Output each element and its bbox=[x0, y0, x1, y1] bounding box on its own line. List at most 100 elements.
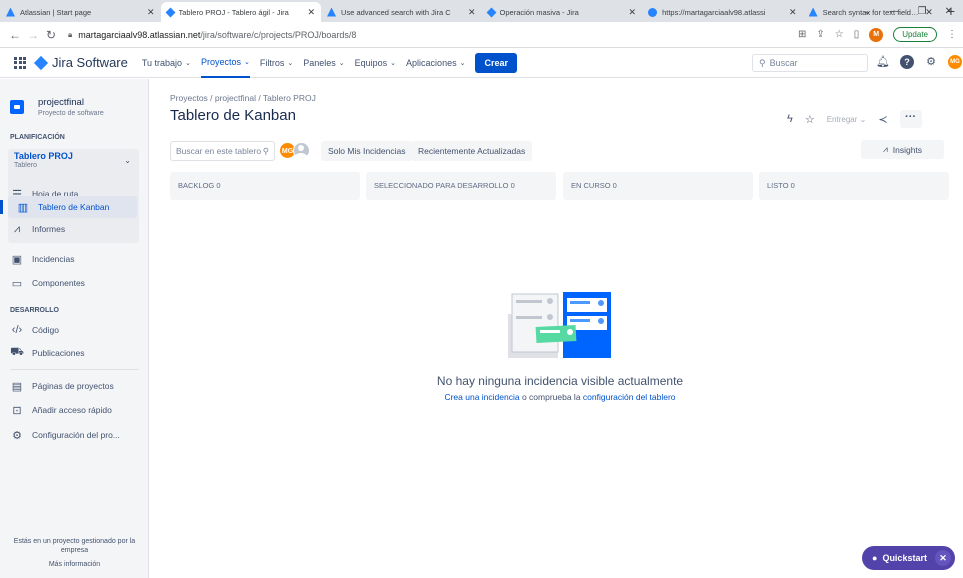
nav-proyectos[interactable]: Proyectos ⌄ bbox=[200, 48, 250, 78]
pages-icon: ▤ bbox=[11, 380, 23, 393]
nav-paneles[interactable]: Paneles ⌄ bbox=[303, 58, 344, 68]
notifications-icon[interactable]: 🔔︎ bbox=[876, 55, 890, 69]
column-in-progress[interactable]: EN CURSO 0 bbox=[563, 172, 753, 200]
nav-tu-trabajo[interactable]: Tu trabajo ⌄ bbox=[142, 58, 191, 68]
insights-button[interactable]: ⩘ Insights bbox=[861, 140, 944, 159]
search-placeholder: Buscar bbox=[769, 58, 798, 68]
board-config-link[interactable]: configuración del tablero bbox=[583, 392, 676, 402]
global-search-input[interactable]: ⚲ Buscar bbox=[752, 54, 868, 72]
breadcrumb[interactable]: Proyectos / projectfinal / Tablero PROJ bbox=[170, 93, 316, 103]
create-issue-link[interactable]: Crea una incidencia bbox=[444, 392, 519, 402]
project-avatar-icon bbox=[10, 100, 24, 114]
sidebar-item-kanban-board[interactable]: ▥ Tablero de Kanban bbox=[8, 196, 137, 218]
chevron-down-icon[interactable]: ⌄ bbox=[124, 156, 131, 165]
assignee-avatar-unassigned[interactable] bbox=[293, 142, 310, 159]
sidebar-item-components[interactable]: ▭ Componentes bbox=[10, 272, 139, 294]
jira-diamond-icon bbox=[33, 55, 49, 70]
tab-title: Use advanced search with Jira C bbox=[341, 7, 451, 17]
create-button[interactable]: Crear bbox=[475, 52, 517, 73]
board-search-input[interactable]: Buscar en este tablero ⚲ bbox=[170, 141, 275, 161]
help-icon[interactable]: ? bbox=[900, 55, 914, 69]
empty-state-title: No hay ninguna incidencia visible actual… bbox=[436, 374, 684, 388]
browser-tab[interactable]: Operación masiva - Jira ✕ bbox=[482, 2, 643, 22]
bookmark-star-icon[interactable]: ☆ bbox=[835, 29, 844, 40]
close-tab-icon[interactable]: ✕ bbox=[789, 7, 797, 18]
filter-recently-updated[interactable]: Recientemente Actualizadas bbox=[411, 141, 533, 161]
section-title-development: DESARROLLO bbox=[10, 307, 59, 314]
top-nav-icons: 🔔︎ ? ⚙ MG bbox=[876, 55, 962, 69]
browser-tab[interactable]: https://martagarciaalv98.atlassi ✕ bbox=[642, 2, 803, 22]
project-sidebar: projectfinal Proyecto de software PLANIF… bbox=[0, 79, 149, 578]
close-tab-icon[interactable]: ✕ bbox=[468, 7, 476, 18]
close-tab-icon[interactable]: ✕ bbox=[307, 7, 315, 18]
update-button[interactable]: Update bbox=[893, 27, 937, 42]
nav-equipos[interactable]: Equipos ⌄ bbox=[355, 58, 396, 68]
product-name: Jira Software bbox=[52, 55, 128, 70]
automation-icon[interactable]: ϟ bbox=[787, 113, 793, 125]
user-avatar[interactable]: MG bbox=[948, 55, 962, 69]
sidebar-item-project-pages[interactable]: ▤ Páginas de proyectos bbox=[10, 375, 139, 397]
chevron-down-icon: ⌄ bbox=[338, 59, 345, 67]
close-icon[interactable]: ✕ bbox=[935, 550, 951, 566]
browser-tab[interactable]: Use advanced search with Jira C ✕ bbox=[321, 2, 482, 22]
sidebar-item-project-settings[interactable]: ⚙ Configuración del pro... bbox=[10, 424, 139, 446]
tab-search-icon[interactable]: ⌄ bbox=[863, 6, 871, 17]
issues-icon: ▣ bbox=[11, 253, 23, 266]
column-backlog[interactable]: BACKLOG 0 bbox=[170, 172, 360, 200]
share-icon[interactable]: ≺ bbox=[878, 113, 887, 126]
url-path: /jira/software/c/projects/PROJ/boards/8 bbox=[200, 29, 357, 40]
browser-tab[interactable]: Atlassian | Start page ✕ bbox=[0, 2, 161, 22]
close-tab-icon[interactable]: ✕ bbox=[147, 7, 155, 18]
close-window-icon[interactable]: ✕ bbox=[945, 6, 953, 17]
sidebar-item-releases[interactable]: ⛟ Publicaciones bbox=[10, 342, 139, 364]
app-switcher-icon[interactable] bbox=[14, 56, 26, 69]
sidebar-item-issues[interactable]: ▣ Incidencias bbox=[10, 248, 139, 270]
sidepanel-icon[interactable]: ▯ bbox=[854, 29, 860, 40]
star-icon[interactable]: ☆ bbox=[805, 113, 815, 126]
release-button[interactable]: Entregar ⌄ bbox=[827, 115, 867, 124]
more-actions-button[interactable]: ··· bbox=[899, 110, 922, 128]
browser-menu-icon[interactable]: ⋮ bbox=[947, 29, 957, 40]
atlassian-favicon-icon bbox=[327, 7, 337, 17]
lightbulb-icon: ● bbox=[872, 553, 878, 563]
nav-aplicaciones[interactable]: Aplicaciones ⌄ bbox=[406, 58, 465, 68]
forward-icon[interactable]: → bbox=[24, 28, 42, 42]
lock-icon: 🔒︎ bbox=[68, 29, 73, 39]
back-icon[interactable]: ← bbox=[6, 28, 24, 42]
empty-state-text: o comprueba la bbox=[519, 392, 583, 402]
profile-avatar[interactable]: M bbox=[869, 27, 884, 42]
tab-title: Tablero PROJ - Tablero ágil - Jira bbox=[178, 7, 289, 17]
board-name[interactable]: Tablero PROJ bbox=[14, 151, 73, 161]
jira-logo[interactable]: Jira Software bbox=[33, 55, 128, 70]
project-header[interactable]: projectfinal Proyecto de software bbox=[10, 97, 104, 117]
project-type: Proyecto de software bbox=[38, 110, 104, 117]
sidebar-item-add-shortcut[interactable]: ⊡ Añadir acceso rápido bbox=[10, 399, 139, 421]
learn-more-link[interactable]: Más información bbox=[0, 560, 149, 569]
project-name: projectfinal bbox=[38, 97, 84, 108]
share-icon[interactable]: ⇪ bbox=[816, 29, 824, 40]
browser-tab-active[interactable]: Tablero PROJ - Tablero ágil - Jira ✕ bbox=[160, 2, 322, 22]
quickstart-button[interactable]: ● Quickstart ✕ bbox=[862, 546, 955, 570]
section-title-planning: PLANIFICACIÓN bbox=[10, 134, 65, 141]
chevron-down-icon: ⌄ bbox=[390, 59, 397, 67]
sidebar-item-reports[interactable]: ⩘ Informes bbox=[10, 218, 139, 240]
sidebar-item-code[interactable]: ‹/› Código bbox=[10, 319, 139, 341]
filter-only-my-issues[interactable]: Solo Mis Incidencias bbox=[321, 141, 413, 161]
translate-icon[interactable]: ⊞ bbox=[798, 29, 806, 40]
close-tab-icon[interactable]: ✕ bbox=[629, 7, 637, 18]
url-field[interactable]: 🔒︎ martagarciaalv98.atlassian.net/jira/s… bbox=[68, 30, 798, 40]
browser-actions: ⊞ ⇪ ☆ ▯ M Update ⋮ bbox=[798, 27, 957, 42]
column-selected-for-dev[interactable]: SELECCIONADO PARA DESARROLLO 0 bbox=[366, 172, 556, 200]
chevron-down-icon: ⌄ bbox=[243, 58, 250, 66]
minimize-icon[interactable]: — bbox=[890, 6, 900, 17]
link-favicon-icon bbox=[648, 7, 658, 17]
nav-filtros[interactable]: Filtros ⌄ bbox=[260, 58, 293, 68]
reload-icon[interactable]: ↻ bbox=[42, 28, 60, 42]
jira-top-nav: Jira Software Tu trabajo ⌄ Proyectos ⌄ Fil… bbox=[0, 48, 963, 78]
restore-icon[interactable]: ❐ bbox=[918, 6, 927, 17]
settings-gear-icon[interactable]: ⚙ bbox=[924, 55, 938, 69]
column-done[interactable]: LISTO 0 bbox=[759, 172, 949, 200]
active-indicator bbox=[0, 200, 3, 214]
empty-state-subtitle: Crea una incidencia o comprueba la confi… bbox=[370, 392, 750, 402]
code-icon: ‹/› bbox=[11, 324, 23, 336]
